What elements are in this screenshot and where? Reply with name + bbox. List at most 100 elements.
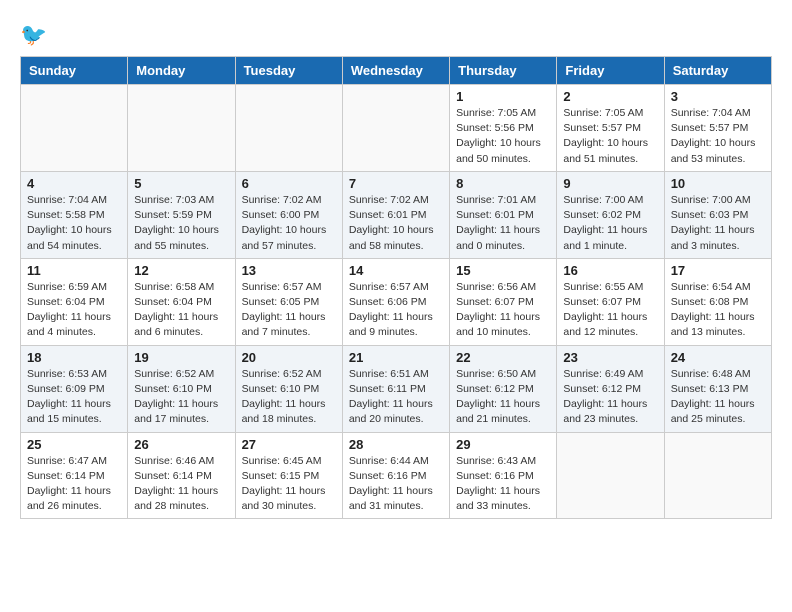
day-info: Sunrise: 6:59 AMSunset: 6:04 PMDaylight:… [27, 280, 121, 341]
day-info: Sunrise: 7:04 AMSunset: 5:57 PMDaylight:… [671, 106, 765, 167]
calendar-day-cell: 29 Sunrise: 6:43 AMSunset: 6:16 PMDayligh… [450, 432, 557, 519]
weekday-header-row: SundayMondayTuesdayWednesdayThursdayFrid… [21, 57, 772, 85]
calendar-day-cell: 8 Sunrise: 7:01 AMSunset: 6:01 PMDaylight… [450, 171, 557, 258]
logo-icon: 🐦 [20, 20, 48, 48]
day-number: 18 [27, 350, 121, 365]
day-number: 17 [671, 263, 765, 278]
calendar-week-row: 11Sunrise: 6:59 AMSunset: 6:04 PMDayligh… [21, 258, 772, 345]
day-info: Sunrise: 6:49 AMSunset: 6:12 PMDaylight:… [563, 367, 657, 428]
day-info: Sunrise: 6:44 AMSunset: 6:16 PMDaylight:… [349, 454, 443, 515]
day-number: 25 [27, 437, 121, 452]
day-number: 13 [242, 263, 336, 278]
day-number: 14 [349, 263, 443, 278]
day-info: Sunrise: 6:47 AMSunset: 6:14 PMDaylight:… [27, 454, 121, 515]
calendar-day-cell: 5Sunrise: 7:03 AMSunset: 5:59 PMDaylight… [128, 171, 235, 258]
svg-text:🐦: 🐦 [20, 22, 47, 47]
day-number: 15 [456, 263, 550, 278]
day-info: Sunrise: 6:51 AMSunset: 6:11 PMDaylight:… [349, 367, 443, 428]
day-number: 19 [134, 350, 228, 365]
day-number: 9 [563, 176, 657, 191]
day-info: Sunrise: 6:50 AMSunset: 6:12 PMDaylight:… [456, 367, 550, 428]
day-number: 28 [349, 437, 443, 452]
day-info: Sunrise: 7:00 AMSunset: 6:03 PMDaylight:… [671, 193, 765, 254]
calendar-day-cell: 2 Sunrise: 7:05 AMSunset: 5:57 PMDaylight… [557, 85, 664, 172]
calendar-day-cell: 20 Sunrise: 6:52 AMSunset: 6:10 PMDayligh… [235, 345, 342, 432]
day-number: 2 [563, 89, 657, 104]
calendar-day-cell: 17 Sunrise: 6:54 AMSunset: 6:08 PMDayligh… [664, 258, 771, 345]
day-number: 22 [456, 350, 550, 365]
page-header: 🐦 [20, 20, 772, 48]
day-info: Sunrise: 6:43 AMSunset: 6:16 PMDaylight:… [456, 454, 550, 515]
day-number: 7 [349, 176, 443, 191]
calendar-table: SundayMondayTuesdayWednesdayThursdayFrid… [20, 56, 772, 519]
day-info: Sunrise: 6:57 AMSunset: 6:05 PMDaylight:… [242, 280, 336, 341]
calendar-day-cell: 23Sunrise: 6:49 AMSunset: 6:12 PMDayligh… [557, 345, 664, 432]
weekday-header-thursday: Thursday [450, 57, 557, 85]
day-info: Sunrise: 7:00 AMSunset: 6:02 PMDaylight:… [563, 193, 657, 254]
day-info: Sunrise: 6:57 AMSunset: 6:06 PMDaylight:… [349, 280, 443, 341]
calendar-day-cell: 15 Sunrise: 6:56 AMSunset: 6:07 PMDayligh… [450, 258, 557, 345]
weekday-header-saturday: Saturday [664, 57, 771, 85]
day-info: Sunrise: 7:05 AMSunset: 5:57 PMDaylight:… [563, 106, 657, 167]
day-number: 6 [242, 176, 336, 191]
calendar-day-cell [342, 85, 449, 172]
calendar-day-cell: 27 Sunrise: 6:45 AMSunset: 6:15 PMDayligh… [235, 432, 342, 519]
calendar-day-cell: 10 Sunrise: 7:00 AMSunset: 6:03 PMDayligh… [664, 171, 771, 258]
calendar-day-cell: 19 Sunrise: 6:52 AMSunset: 6:10 PMDayligh… [128, 345, 235, 432]
day-info: Sunrise: 6:45 AMSunset: 6:15 PMDaylight:… [242, 454, 336, 515]
day-info: Sunrise: 6:53 AMSunset: 6:09 PMDaylight:… [27, 367, 121, 428]
day-info: Sunrise: 7:02 AMSunset: 6:01 PMDaylight:… [349, 193, 443, 254]
calendar-day-cell: 13 Sunrise: 6:57 AMSunset: 6:05 PMDayligh… [235, 258, 342, 345]
calendar-day-cell [664, 432, 771, 519]
day-number: 3 [671, 89, 765, 104]
day-info: Sunrise: 6:52 AMSunset: 6:10 PMDaylight:… [134, 367, 228, 428]
calendar-day-cell [557, 432, 664, 519]
day-info: Sunrise: 6:55 AMSunset: 6:07 PMDaylight:… [563, 280, 657, 341]
day-info: Sunrise: 7:05 AMSunset: 5:56 PMDaylight:… [456, 106, 550, 167]
calendar-day-cell: 1 Sunrise: 7:05 AMSunset: 5:56 PMDaylight… [450, 85, 557, 172]
day-number: 5 [134, 176, 228, 191]
calendar-day-cell: 7 Sunrise: 7:02 AMSunset: 6:01 PMDaylight… [342, 171, 449, 258]
calendar-day-cell: 4 Sunrise: 7:04 AMSunset: 5:58 PMDaylight… [21, 171, 128, 258]
calendar-day-cell: 26 Sunrise: 6:46 AMSunset: 6:14 PMDayligh… [128, 432, 235, 519]
day-info: Sunrise: 6:46 AMSunset: 6:14 PMDaylight:… [134, 454, 228, 515]
day-number: 26 [134, 437, 228, 452]
calendar-day-cell: 25 Sunrise: 6:47 AMSunset: 6:14 PMDayligh… [21, 432, 128, 519]
weekday-header-wednesday: Wednesday [342, 57, 449, 85]
calendar-day-cell: 21 Sunrise: 6:51 AMSunset: 6:11 PMDayligh… [342, 345, 449, 432]
calendar-day-cell: 3 Sunrise: 7:04 AMSunset: 5:57 PMDaylight… [664, 85, 771, 172]
calendar-week-row: 25 Sunrise: 6:47 AMSunset: 6:14 PMDayligh… [21, 432, 772, 519]
day-info: Sunrise: 7:04 AMSunset: 5:58 PMDaylight:… [27, 193, 121, 254]
day-number: 12 [134, 263, 228, 278]
day-info: Sunrise: 6:58 AMSunset: 6:04 PMDaylight:… [134, 280, 228, 341]
day-number: 29 [456, 437, 550, 452]
calendar-day-cell: 12 Sunrise: 6:58 AMSunset: 6:04 PMDayligh… [128, 258, 235, 345]
weekday-header-friday: Friday [557, 57, 664, 85]
calendar-day-cell: 9 Sunrise: 7:00 AMSunset: 6:02 PMDaylight… [557, 171, 664, 258]
day-number: 1 [456, 89, 550, 104]
calendar-day-cell: 18 Sunrise: 6:53 AMSunset: 6:09 PMDayligh… [21, 345, 128, 432]
day-number: 24 [671, 350, 765, 365]
day-number: 8 [456, 176, 550, 191]
calendar-day-cell [21, 85, 128, 172]
day-info: Sunrise: 7:02 AMSunset: 6:00 PMDaylight:… [242, 193, 336, 254]
day-number: 4 [27, 176, 121, 191]
day-info: Sunrise: 6:54 AMSunset: 6:08 PMDaylight:… [671, 280, 765, 341]
day-info: Sunrise: 6:52 AMSunset: 6:10 PMDaylight:… [242, 367, 336, 428]
day-number: 10 [671, 176, 765, 191]
day-number: 27 [242, 437, 336, 452]
calendar-day-cell [128, 85, 235, 172]
calendar-day-cell [235, 85, 342, 172]
day-info: Sunrise: 7:01 AMSunset: 6:01 PMDaylight:… [456, 193, 550, 254]
calendar-day-cell: 24Sunrise: 6:48 AMSunset: 6:13 PMDayligh… [664, 345, 771, 432]
calendar-day-cell: 11Sunrise: 6:59 AMSunset: 6:04 PMDayligh… [21, 258, 128, 345]
day-info: Sunrise: 6:56 AMSunset: 6:07 PMDaylight:… [456, 280, 550, 341]
calendar-week-row: 1 Sunrise: 7:05 AMSunset: 5:56 PMDaylight… [21, 85, 772, 172]
calendar-day-cell: 22 Sunrise: 6:50 AMSunset: 6:12 PMDayligh… [450, 345, 557, 432]
weekday-header-tuesday: Tuesday [235, 57, 342, 85]
day-number: 20 [242, 350, 336, 365]
logo: 🐦 [20, 20, 52, 48]
calendar-week-row: 18 Sunrise: 6:53 AMSunset: 6:09 PMDayligh… [21, 345, 772, 432]
calendar-week-row: 4 Sunrise: 7:04 AMSunset: 5:58 PMDaylight… [21, 171, 772, 258]
day-number: 21 [349, 350, 443, 365]
